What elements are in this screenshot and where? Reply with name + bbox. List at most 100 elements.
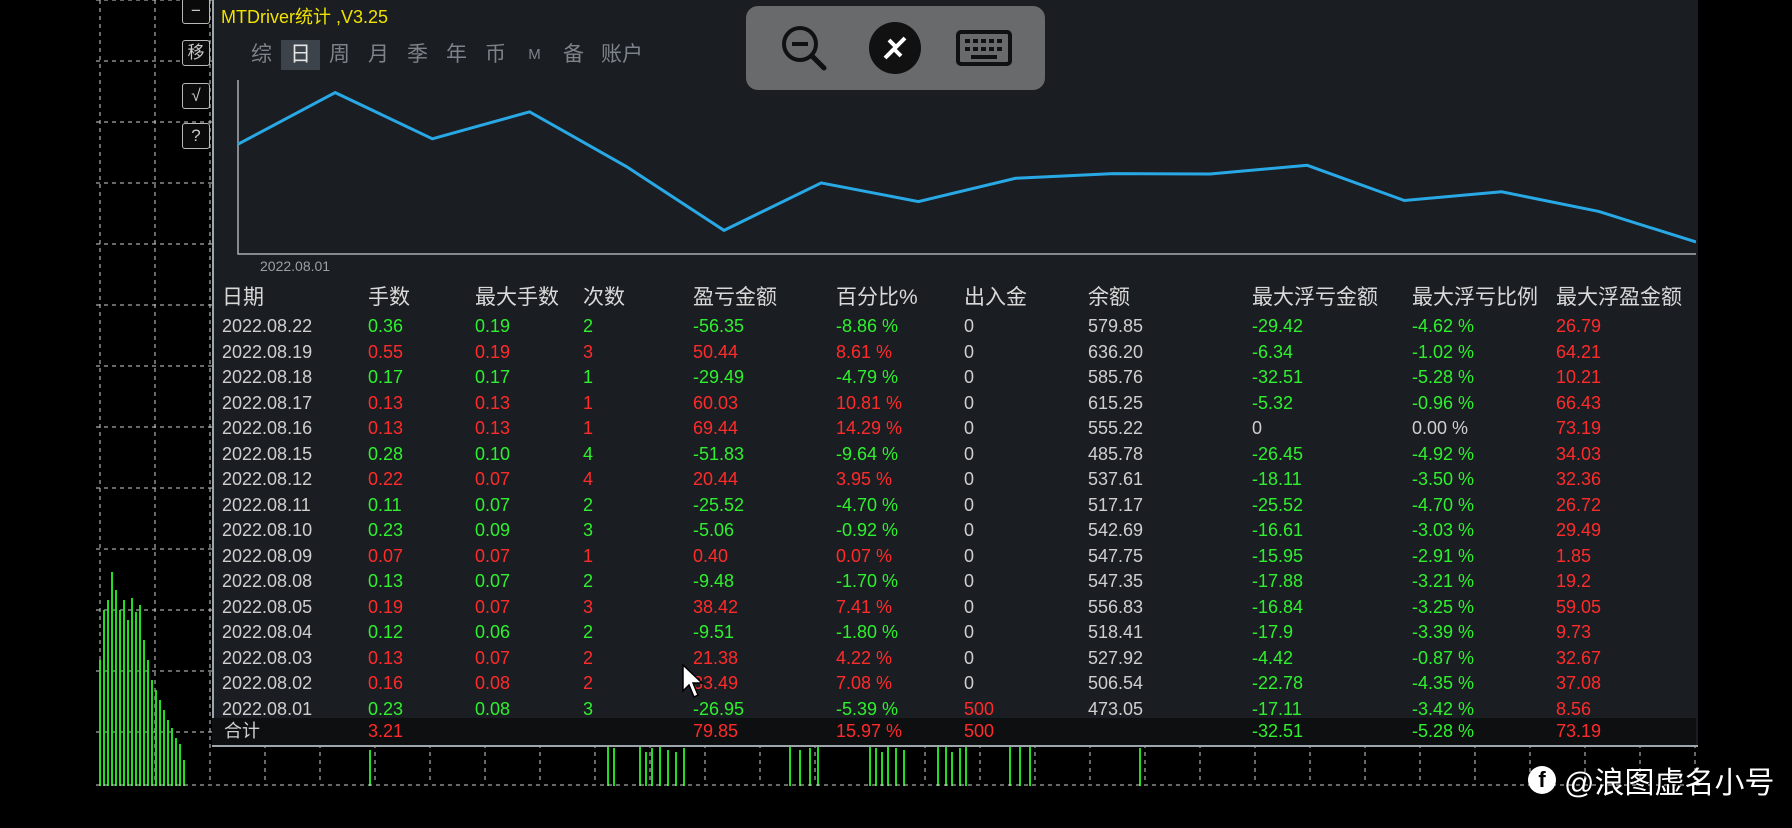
cell-max-lots: 0.19 (475, 316, 511, 336)
cell-max-float-loss-pct: -4.35 % (1412, 673, 1475, 693)
cell-balance: 579.85 (1088, 316, 1144, 336)
column-header-balance[interactable]: 余额 (1088, 284, 1130, 312)
column-header-max-lots[interactable]: 最大手数 (475, 284, 559, 312)
cell-pct: 3.95 % (836, 469, 893, 489)
cell-max-float-loss: -25.52 (1252, 494, 1304, 515)
total-row: 合计 3.21 79.85 15.97 % 500 -32.51 -5.28 %… (212, 718, 1696, 745)
cell-pct: 8.61 % (836, 341, 893, 362)
cell-deposit: 0 (964, 341, 975, 362)
cell-max-float-loss: -17.9 (1252, 622, 1294, 642)
cell-max-lots: 0.19 (475, 341, 511, 362)
cell-max-float-loss-pct: -5.28 % (1412, 367, 1475, 387)
tab-m[interactable]: M (515, 40, 554, 70)
column-header-count[interactable]: 次数 (583, 284, 625, 312)
cell-max-lots: 0.06 (475, 622, 511, 642)
tab-weekly[interactable]: 周 (320, 40, 359, 70)
cell-count: 4 (583, 443, 594, 464)
keyboard-icon[interactable] (956, 20, 1012, 76)
cell-deposit: 0 (964, 622, 975, 642)
cell-max-float-loss: -5.32 (1252, 392, 1294, 413)
cell-max-float-loss: -32.51 (1252, 367, 1304, 387)
column-header-max-float-loss-pct[interactable]: 最大浮亏比例 (1412, 284, 1538, 312)
cell-pnl: 38.42 (693, 596, 739, 617)
tab-monthly[interactable]: 月 (359, 40, 398, 70)
help-button[interactable]: ? (182, 123, 210, 149)
tab-overview[interactable]: 综 (242, 40, 281, 70)
tab-account[interactable]: 账户 (593, 40, 651, 70)
cell-pct: 10.81 % (836, 392, 903, 413)
cell-date: 2022.08.18 (222, 367, 313, 387)
zoom-out-icon[interactable] (776, 20, 832, 76)
cell-deposit: 0 (964, 673, 975, 693)
column-header-pnl[interactable]: 盈亏金额 (693, 284, 777, 312)
cell-max-float-loss-pct: -4.62 % (1412, 316, 1475, 336)
cell-count: 3 (583, 596, 594, 617)
cell-pct: -0.92 % (836, 520, 899, 540)
cell-max-float-loss-pct: -3.21 % (1412, 571, 1475, 591)
cell-lots: 0.13 (368, 647, 404, 668)
cell-balance: 615.25 (1088, 392, 1144, 413)
cell-count: 1 (583, 545, 594, 566)
cell-deposit: 0 (964, 571, 975, 591)
tab-yearly[interactable]: 年 (437, 40, 476, 70)
cell-max-float-loss-pct: 0.00 % (1412, 418, 1469, 438)
cell-deposit: 0 (964, 418, 975, 438)
tab-daily[interactable]: 日 (281, 40, 320, 70)
remote-disconnect-icon[interactable] (867, 20, 923, 76)
cell-pnl: 50.44 (693, 341, 739, 362)
tab-quarterly[interactable]: 季 (398, 40, 437, 70)
tab-currency[interactable]: 币 (476, 40, 515, 70)
cell-lots: 0.23 (368, 520, 404, 540)
cell-date: 2022.08.03 (222, 647, 313, 668)
cell-max-float-loss: -4.42 (1252, 647, 1294, 668)
column-header-pct[interactable]: 百分比% (836, 284, 918, 312)
column-header-date[interactable]: 日期 (222, 284, 264, 312)
column-header-deposit[interactable]: 出入金 (964, 284, 1027, 312)
cell-max-lots: 0.07 (475, 469, 511, 489)
column-header-max-float-loss[interactable]: 最大浮亏金额 (1252, 284, 1378, 312)
minimize-button[interactable]: − (182, 0, 210, 24)
cell-max-float-profit: 19.2 (1556, 571, 1592, 591)
move-button[interactable]: 移 (182, 40, 210, 66)
total-pnl: 79.85 (693, 721, 739, 741)
tab-notes[interactable]: 备 (554, 40, 593, 70)
cell-pct: -4.70 % (836, 494, 899, 515)
cell-pnl: -5.06 (693, 520, 735, 540)
cell-count: 2 (583, 673, 594, 693)
cell-max-float-profit: 66.43 (1556, 392, 1602, 413)
cell-max-float-loss-pct: -3.03 % (1412, 520, 1475, 540)
cell-pnl: 60.03 (693, 392, 739, 413)
cell-max-float-profit: 10.21 (1556, 367, 1602, 387)
cell-lots: 0.36 (368, 316, 404, 336)
cell-balance: 527.92 (1088, 647, 1144, 668)
cell-date: 2022.08.08 (222, 571, 313, 591)
cell-pct: 14.29 % (836, 418, 903, 438)
cell-date: 2022.08.11 (222, 494, 311, 515)
cell-deposit: 0 (964, 316, 975, 336)
cell-max-lots: 0.07 (475, 545, 511, 566)
chart-axes (237, 80, 1696, 255)
cell-deposit: 0 (964, 443, 975, 464)
total-pct: 15.97 % (836, 721, 903, 741)
cell-pct: 7.08 % (836, 673, 893, 693)
cell-pct: 7.41 % (836, 596, 893, 617)
cell-pnl: -56.35 (693, 316, 745, 336)
cell-pct: -9.64 % (836, 443, 899, 464)
check-button[interactable]: √ (182, 83, 210, 109)
chart-start-date-label: 2022.08.01 (260, 258, 331, 274)
cell-balance: 542.69 (1088, 520, 1144, 540)
cell-deposit: 0 (964, 647, 975, 668)
cell-balance: 485.78 (1088, 443, 1144, 464)
cell-date: 2022.08.22 (222, 316, 313, 336)
cell-max-float-loss: -18.11 (1252, 469, 1302, 489)
cell-pct: -4.79 % (836, 367, 899, 387)
cell-count: 2 (583, 494, 594, 515)
cell-pnl: -9.48 (693, 571, 735, 591)
cell-max-float-profit: 32.67 (1556, 647, 1602, 668)
cell-max-float-loss: 0 (1252, 418, 1263, 438)
cell-max-float-profit: 64.21 (1556, 341, 1602, 362)
cell-balance: 537.61 (1088, 469, 1144, 489)
column-header-max-float-profit[interactable]: 最大浮盈金额 (1556, 284, 1682, 312)
column-header-lots[interactable]: 手数 (368, 284, 410, 312)
cell-max-lots: 0.13 (475, 418, 511, 438)
